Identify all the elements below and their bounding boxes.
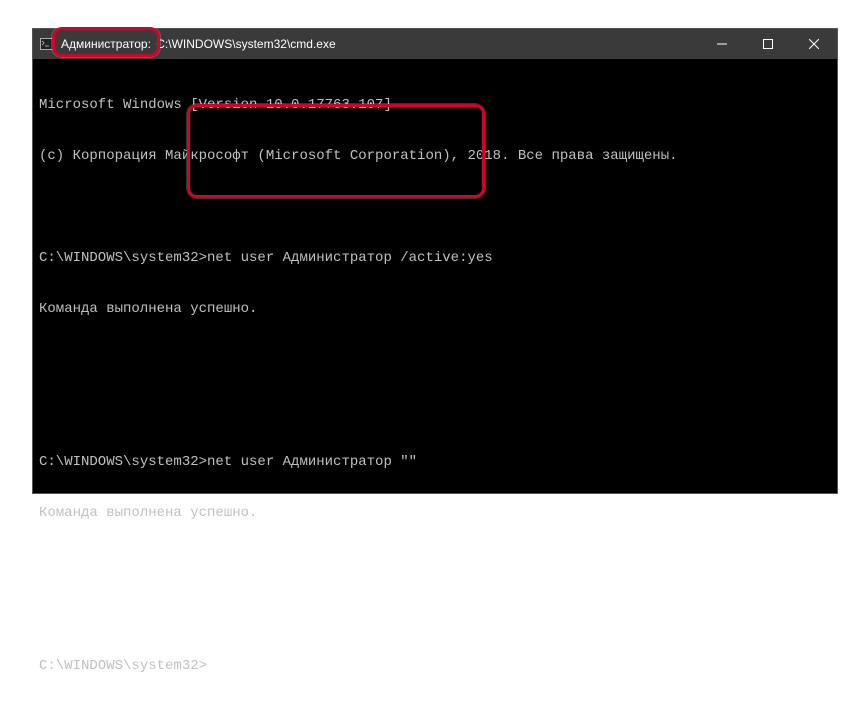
- terminal-line: Microsoft Windows [Version 10.0.17763.10…: [39, 97, 831, 114]
- titlebar[interactable]: Администратор: C:\WINDOWS\system32\cmd.e…: [33, 29, 837, 59]
- terminal-blank: [39, 403, 831, 420]
- window-title: Администратор: C:\WINDOWS\system32\cmd.e…: [61, 37, 336, 51]
- title-path-label: C:\WINDOWS\system32\cmd.exe: [156, 37, 335, 51]
- terminal-body[interactable]: Microsoft Windows [Version 10.0.17763.10…: [33, 59, 837, 713]
- terminal-blank: [39, 199, 831, 216]
- close-button[interactable]: [791, 29, 837, 59]
- terminal-output: Команда выполнена успешно.: [39, 301, 831, 318]
- title-admin-label: Администратор:: [61, 37, 151, 51]
- cmd-icon: [39, 36, 55, 52]
- terminal-prompt-cursor: C:\WINDOWS\system32>: [39, 658, 831, 675]
- terminal-blank: [39, 352, 831, 369]
- terminal-output: Команда выполнена успешно.: [39, 505, 831, 522]
- maximize-button[interactable]: [745, 29, 791, 59]
- terminal-prompt: C:\WINDOWS\system32>net user Администрат…: [39, 454, 831, 471]
- titlebar-left: Администратор: C:\WINDOWS\system32\cmd.e…: [33, 36, 336, 52]
- minimize-button[interactable]: [699, 29, 745, 59]
- terminal-blank: [39, 607, 831, 624]
- window-controls: [699, 29, 837, 59]
- terminal-blank: [39, 556, 831, 573]
- terminal-line: (c) Корпорация Майкрософт (Microsoft Cor…: [39, 148, 831, 165]
- terminal-prompt: C:\WINDOWS\system32>net user Администрат…: [39, 250, 831, 267]
- cmd-window: Администратор: C:\WINDOWS\system32\cmd.e…: [32, 28, 838, 494]
